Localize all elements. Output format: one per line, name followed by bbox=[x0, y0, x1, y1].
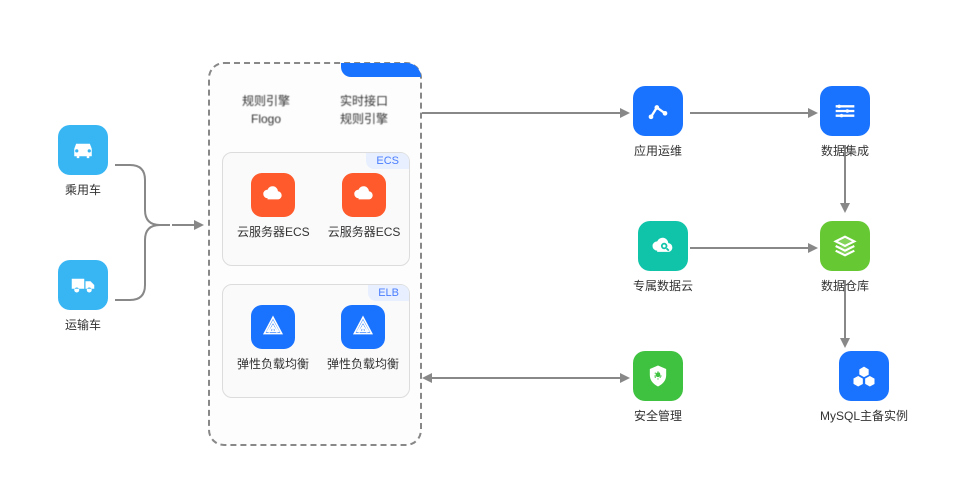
cloud-server-icon bbox=[251, 173, 295, 217]
database-cluster-icon bbox=[839, 351, 889, 401]
load-balancer-icon bbox=[341, 305, 385, 349]
label: 云服务器ECS bbox=[237, 223, 310, 240]
ecs-instance-2: 云服务器ECS bbox=[328, 173, 401, 240]
ecs-group: ECS 云服务器ECS 云服务器ECS bbox=[222, 152, 410, 266]
label: 弹性负载均衡 bbox=[327, 355, 399, 372]
label: 运输车 bbox=[65, 316, 101, 333]
label: 数据集成 bbox=[821, 142, 869, 159]
panel-headers: 规则引擎Flogo 实时接口规则引擎 bbox=[242, 92, 388, 128]
label: MySQL主备实例 bbox=[820, 407, 908, 424]
ecs-chip: ECS bbox=[366, 153, 409, 169]
compute-panel: 规则引擎Flogo 实时接口规则引擎 ECS 云服务器ECS 云服务器ECS E… bbox=[208, 62, 422, 446]
label: 弹性负载均衡 bbox=[237, 355, 309, 372]
cloud-server-icon bbox=[342, 173, 386, 217]
car-icon bbox=[58, 125, 108, 175]
truck-icon bbox=[58, 260, 108, 310]
warehouse-icon bbox=[820, 221, 870, 271]
connectors bbox=[0, 0, 960, 500]
label: 数据仓库 bbox=[821, 277, 869, 294]
node-dedicated-cloud: 专属数据云 bbox=[633, 221, 693, 294]
node-aom: 应用运维 bbox=[633, 86, 683, 159]
header-rule-engine: 规则引擎Flogo bbox=[242, 92, 290, 128]
elb-instance-2: 弹性负载均衡 bbox=[327, 305, 399, 372]
elb-group: ELB 弹性负载均衡 弹性负载均衡 bbox=[222, 284, 410, 398]
label: 云服务器ECS bbox=[328, 223, 401, 240]
node-dws: 数据仓库 bbox=[820, 221, 870, 294]
panel-tag bbox=[341, 63, 421, 77]
label: 应用运维 bbox=[634, 142, 682, 159]
elb-chip: ELB bbox=[368, 285, 409, 301]
label: 安全管理 bbox=[634, 407, 682, 424]
node-cdm: 数据集成 bbox=[820, 86, 870, 159]
label: 专属数据云 bbox=[633, 277, 693, 294]
shield-gear-icon bbox=[633, 351, 683, 401]
label: 乘用车 bbox=[65, 181, 101, 198]
cloud-search-icon bbox=[638, 221, 688, 271]
ecs-instance-1: 云服务器ECS bbox=[237, 173, 310, 240]
load-balancer-icon bbox=[251, 305, 295, 349]
analytics-icon bbox=[633, 86, 683, 136]
node-security: 安全管理 bbox=[633, 351, 683, 424]
node-mysql: MySQL主备实例 bbox=[820, 351, 908, 424]
node-truck: 运输车 bbox=[58, 260, 108, 333]
architecture-diagram: 乘用车 运输车 规则引擎Flogo 实时接口规则引擎 ECS 云服务器ECS 云… bbox=[0, 0, 960, 500]
integration-icon bbox=[820, 86, 870, 136]
header-realtime-api: 实时接口规则引擎 bbox=[340, 92, 388, 128]
elb-instance-1: 弹性负载均衡 bbox=[237, 305, 309, 372]
node-passenger-car: 乘用车 bbox=[58, 125, 108, 198]
